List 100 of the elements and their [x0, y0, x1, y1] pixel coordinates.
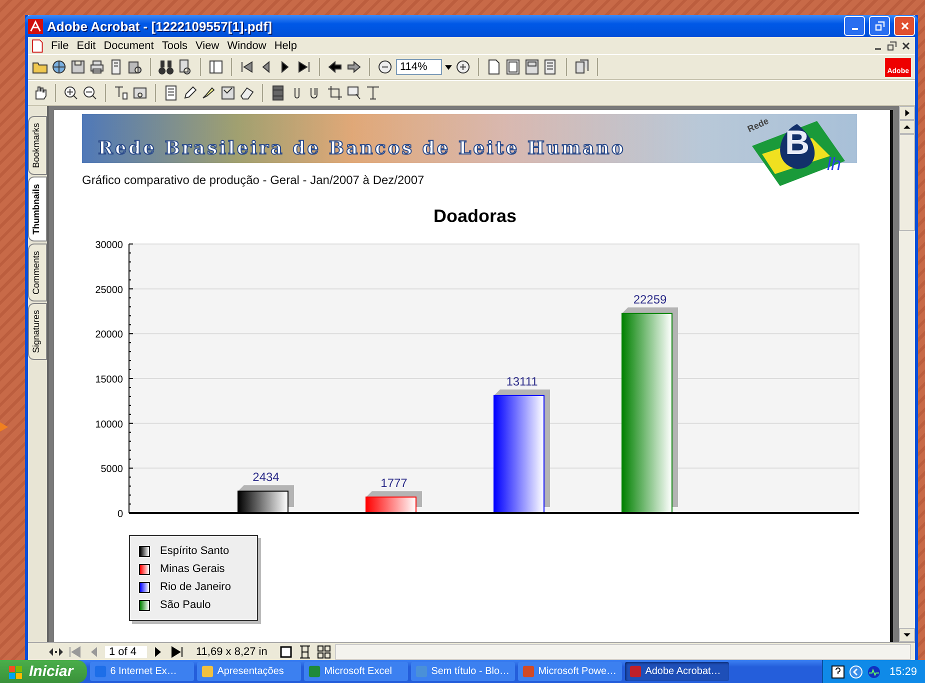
bar — [238, 485, 294, 514]
globe-icon[interactable] — [51, 59, 67, 75]
taskbar-button[interactable]: 6 Internet Ex… — [90, 662, 194, 681]
side-tab[interactable]: Comments — [28, 244, 47, 302]
side-tab[interactable]: Thumbnails — [28, 177, 47, 242]
last-page-icon[interactable] — [169, 644, 185, 660]
minimize-button[interactable] — [844, 16, 865, 36]
windows-flag-icon — [8, 664, 24, 680]
single-page-icon[interactable] — [278, 644, 294, 660]
legend-label: Rio de Janeiro — [160, 581, 231, 593]
first-page-icon[interactable] — [239, 59, 255, 75]
menu-item[interactable]: Document — [100, 40, 158, 52]
bullet-arrow-icon — [0, 422, 8, 432]
window-title: Adobe Acrobat - [1222109557[1].pdf] — [47, 18, 273, 34]
help-icon[interactable] — [831, 664, 846, 678]
side-tab[interactable]: Bookmarks — [28, 116, 47, 176]
facing-pages-icon[interactable] — [316, 644, 332, 660]
banner-title: Rede Brasileira de Bancos de Leite Humano — [98, 138, 626, 159]
menu-item[interactable]: Help — [270, 40, 301, 52]
stamp-icon[interactable] — [220, 85, 236, 101]
legend-label: São Paulo — [160, 599, 211, 611]
note-icon[interactable] — [163, 85, 179, 101]
text-select-icon[interactable] — [113, 85, 129, 101]
text-tool-icon[interactable] — [365, 85, 381, 101]
horizontal-scrollbar[interactable] — [335, 644, 911, 660]
select-icon[interactable] — [346, 85, 362, 101]
film-icon[interactable] — [270, 85, 286, 101]
restore-icon — [874, 21, 884, 31]
zoom-field[interactable]: 114% — [396, 59, 442, 75]
legend-label: Espírito Santo — [160, 545, 230, 557]
menu-item[interactable]: File — [47, 40, 73, 52]
app-icon — [28, 18, 43, 34]
page-number-field[interactable]: 1 of 4 — [105, 646, 147, 658]
scroll-thumb[interactable] — [899, 134, 915, 231]
taskbar-button[interactable]: Microsoft Powe… — [518, 662, 622, 681]
pencil-icon[interactable] — [182, 85, 198, 101]
legend-swatch — [139, 582, 150, 592]
snapshot-icon[interactable] — [132, 85, 148, 101]
axis-tick-label: 0 — [117, 509, 123, 520]
report-subtitle: Gráfico comparativo de produção - Geral - Jan/2007 à Dez/2007 — [82, 173, 426, 187]
app-icon — [94, 665, 108, 678]
legend-swatch — [139, 600, 150, 610]
close-icon — [900, 21, 910, 31]
axis-tick-label: 20000 — [95, 330, 123, 341]
vertical-scrollbar[interactable] — [899, 106, 915, 642]
back-arrow-icon[interactable] — [327, 59, 343, 75]
last-page-icon[interactable] — [296, 59, 312, 75]
restore-icon[interactable] — [887, 40, 897, 50]
app-icon — [629, 665, 642, 678]
side-tab[interactable]: Signatures — [28, 303, 47, 360]
clock: 15:29 — [889, 666, 917, 678]
zoom-out-icon[interactable] — [377, 59, 393, 75]
axis-tick-label: 5000 — [100, 464, 123, 476]
highlighter-icon[interactable] — [201, 85, 217, 101]
taskbar-button[interactable]: Apresentações — [197, 662, 302, 681]
axis-tick-label: 30000 — [95, 240, 123, 251]
data-label: 13111 — [506, 374, 538, 388]
bar — [366, 491, 422, 514]
save-icon[interactable] — [70, 59, 86, 75]
axis-tick-label: 15000 — [95, 374, 123, 386]
data-label: 22259 — [633, 292, 667, 306]
eraser-icon[interactable] — [239, 85, 255, 101]
taskbar-button[interactable]: Microsoft Excel — [304, 662, 408, 681]
page-settings-icon[interactable] — [127, 59, 143, 75]
axis-tick-label: 25000 — [95, 284, 123, 296]
fit-page-icon[interactable] — [505, 59, 521, 75]
zoom-in-icon[interactable] — [63, 85, 79, 101]
page-size: 11,69 x 8,27 in — [196, 646, 268, 658]
legend-label: Minas Gerais — [160, 563, 225, 575]
network-icon[interactable] — [867, 664, 882, 678]
zoom-in-icon[interactable] — [455, 59, 471, 75]
data-label: 1777 — [380, 476, 408, 490]
zoom-out-icon[interactable] — [82, 85, 98, 101]
crop-icon[interactable] — [327, 85, 343, 101]
axis-tick-label: 10000 — [95, 419, 123, 430]
print-icon[interactable] — [89, 59, 105, 75]
menu-item[interactable]: Edit — [72, 40, 100, 52]
close-icon[interactable] — [901, 40, 911, 50]
minimize-icon — [852, 28, 858, 30]
app-icon — [522, 665, 536, 678]
restore-button[interactable] — [869, 16, 890, 36]
menu-item[interactable]: View — [192, 40, 224, 52]
close-button[interactable] — [894, 16, 915, 36]
taskbar-button[interactable]: Sem título - Blo… — [411, 662, 516, 681]
legend-swatch — [139, 546, 150, 556]
menu-item[interactable]: Tools — [158, 40, 192, 52]
data-label: 2434 — [252, 470, 280, 484]
search-icon[interactable] — [177, 59, 193, 75]
pages-icon[interactable] — [574, 59, 590, 75]
app-icon — [415, 665, 428, 678]
panel-icon[interactable] — [208, 59, 224, 75]
page-icon[interactable] — [486, 59, 502, 75]
menu-item[interactable]: Window — [223, 40, 270, 52]
taskbar-button[interactable]: Adobe Acrobat… — [625, 662, 730, 681]
binoculars-icon[interactable] — [158, 59, 174, 75]
legend-swatch — [139, 564, 150, 574]
forward-arrow-icon[interactable] — [346, 59, 362, 75]
dropdown-arrow-icon[interactable] — [445, 64, 452, 70]
fit-width-icon[interactable] — [524, 59, 540, 75]
chevron-icon[interactable] — [849, 664, 864, 678]
